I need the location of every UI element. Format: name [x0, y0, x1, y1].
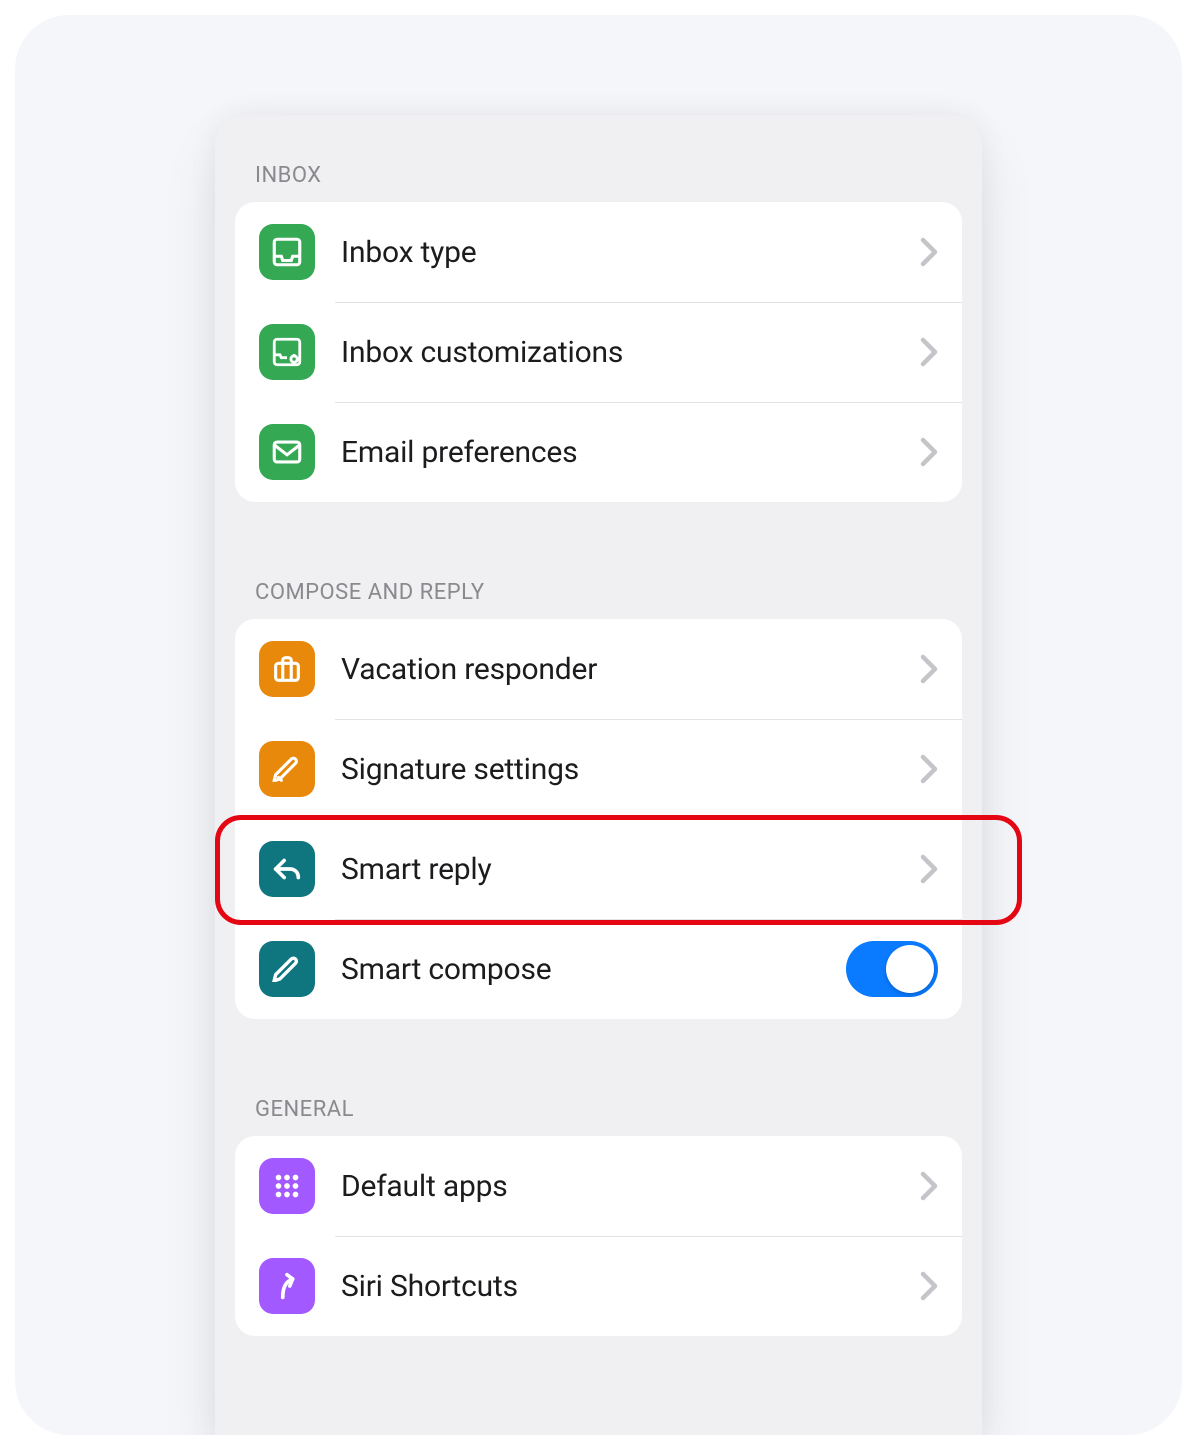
row-label: Smart reply — [341, 852, 920, 887]
chevron-right-icon — [920, 337, 938, 367]
row-smart-compose: Smart compose — [235, 919, 962, 1019]
row-label: Inbox customizations — [341, 335, 920, 370]
row-signature-settings[interactable]: Signature settings — [235, 719, 962, 819]
chevron-right-icon — [920, 754, 938, 784]
row-smart-reply[interactable]: Smart reply — [235, 819, 962, 919]
row-label: Smart compose — [341, 952, 846, 987]
smart-compose-toggle[interactable] — [846, 941, 938, 997]
chevron-right-icon — [920, 437, 938, 467]
chevron-right-icon — [920, 237, 938, 267]
chevron-right-icon — [920, 1171, 938, 1201]
chevron-right-icon — [920, 654, 938, 684]
row-label: Signature settings — [341, 752, 920, 787]
pencil-icon — [259, 941, 315, 997]
inbox-tray-icon — [259, 224, 315, 280]
row-label: Default apps — [341, 1169, 920, 1204]
row-label: Vacation responder — [341, 652, 920, 687]
group-compose: Vacation responder Signature settings Sm… — [235, 619, 962, 1019]
settings-panel: INBOX Inbox type Inbox customizations — [215, 115, 982, 1435]
row-label: Email preferences — [341, 435, 920, 470]
row-siri-shortcuts[interactable]: Siri Shortcuts — [235, 1236, 962, 1336]
chevron-right-icon — [920, 1271, 938, 1301]
row-default-apps[interactable]: Default apps — [235, 1136, 962, 1236]
row-inbox-customizations[interactable]: Inbox customizations — [235, 302, 962, 402]
suitcase-icon — [259, 641, 315, 697]
row-label: Siri Shortcuts — [341, 1269, 920, 1304]
group-general: Default apps Siri Shortcuts — [235, 1136, 962, 1336]
section-header-general: GENERAL — [215, 1077, 982, 1136]
pen-signature-icon — [259, 741, 315, 797]
chevron-right-icon — [920, 854, 938, 884]
apps-grid-icon — [259, 1158, 315, 1214]
envelope-icon — [259, 424, 315, 480]
inbox-gear-icon — [259, 324, 315, 380]
section-header-compose: COMPOSE AND REPLY — [215, 560, 982, 619]
section-header-inbox: INBOX — [215, 143, 982, 202]
shortcut-arrow-icon — [259, 1258, 315, 1314]
row-inbox-type[interactable]: Inbox type — [235, 202, 962, 302]
card-container: INBOX Inbox type Inbox customizations — [15, 15, 1182, 1435]
row-vacation-responder[interactable]: Vacation responder — [235, 619, 962, 719]
row-email-preferences[interactable]: Email preferences — [235, 402, 962, 502]
reply-arrow-icon — [259, 841, 315, 897]
group-inbox: Inbox type Inbox customizations Email pr… — [235, 202, 962, 502]
row-label: Inbox type — [341, 235, 920, 270]
